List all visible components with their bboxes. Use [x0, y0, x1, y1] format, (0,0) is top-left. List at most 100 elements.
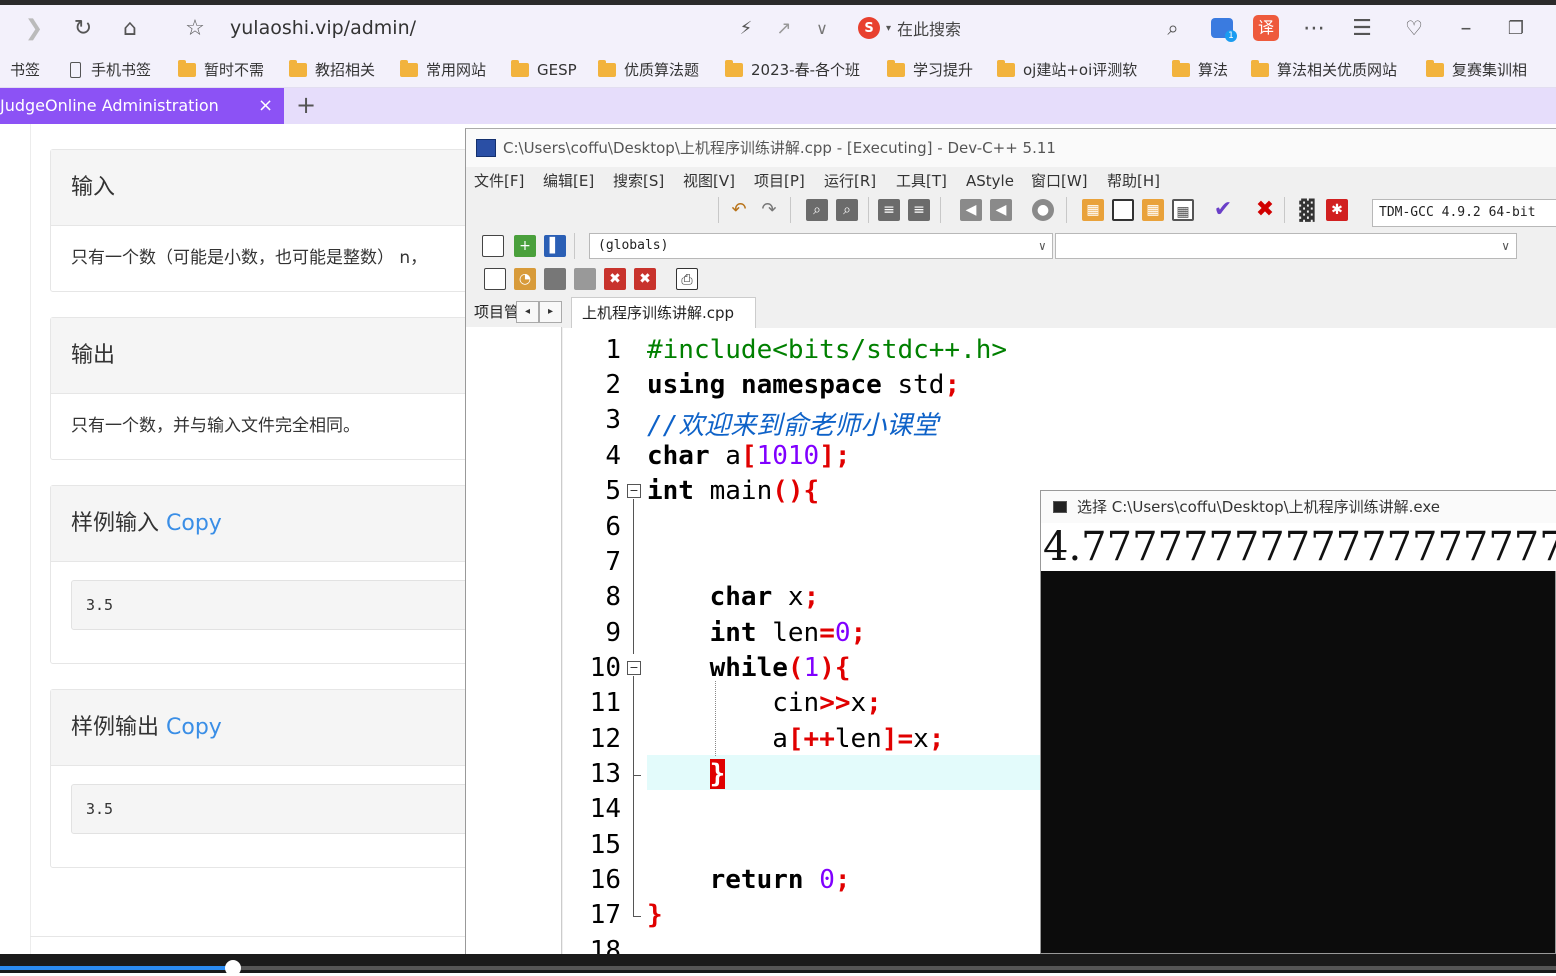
- debug-icon[interactable]: ✱: [1326, 199, 1348, 221]
- restore-icon[interactable]: ❐: [1502, 10, 1530, 46]
- forward-icon[interactable]: ❯: [22, 10, 46, 46]
- class-browser-select[interactable]: (globals) ∨: [589, 233, 1053, 259]
- menu-search[interactable]: 搜索[S]: [613, 167, 664, 195]
- menu-help[interactable]: 帮助[H]: [1107, 167, 1160, 195]
- tab-judgeonline[interactable]: JudgeOnline Administration ×: [0, 88, 284, 124]
- copy-output-button[interactable]: Copy: [166, 715, 222, 740]
- close-file-icon[interactable]: ✖: [604, 268, 626, 290]
- save-icon[interactable]: [544, 268, 566, 290]
- chevron-down-icon[interactable]: ∨: [810, 10, 834, 46]
- bookmark-folder[interactable]: 复赛集训相: [1426, 51, 1556, 88]
- compile-run-icon[interactable]: ▦: [1142, 199, 1164, 221]
- shirt-icon[interactable]: ♡: [1400, 10, 1428, 46]
- bookmark-folder[interactable]: 算法相关优质网站: [1251, 51, 1397, 88]
- menu-astyle[interactable]: AStyle: [966, 167, 1014, 195]
- menu-tools[interactable]: 工具[T]: [896, 167, 947, 195]
- unindent-icon[interactable]: ≡: [908, 199, 930, 221]
- folder-icon: [400, 59, 418, 77]
- video-progress-handle[interactable]: [225, 960, 242, 976]
- rebuild-icon[interactable]: ▦: [1172, 199, 1194, 221]
- menu-window[interactable]: 窗口[W]: [1031, 167, 1088, 195]
- bookmark-folder[interactable]: 算法: [1172, 51, 1228, 88]
- redo-icon[interactable]: ↷: [758, 199, 780, 221]
- undo-icon[interactable]: ↶: [728, 199, 750, 221]
- line-gutter: 1 2 3 4 5 6 7 8 9 10 11 12 13 14 15 16 1…: [563, 328, 645, 966]
- toolbar-separator: [868, 197, 869, 223]
- video-progress-bar[interactable]: [0, 960, 1556, 976]
- more-icon[interactable]: ⋯: [1300, 10, 1328, 46]
- arrow-right-icon[interactable]: ▸: [539, 301, 562, 323]
- save-all-icon[interactable]: [574, 268, 596, 290]
- search-box[interactable]: S ▾ 在此搜索: [858, 15, 961, 41]
- member-select[interactable]: ∨: [1055, 233, 1517, 259]
- replace-icon[interactable]: ⌕: [836, 199, 858, 221]
- bookmark-label: oj建站+oi评测软: [1023, 61, 1138, 79]
- browser-toolbar: ❯ ↻ ⌂ ☆ yulaoshi.vip/admin/ ⚡ ↗ ∨ S ▾ 在此…: [0, 5, 1556, 51]
- print-icon[interactable]: ⎙: [676, 268, 698, 290]
- bookmark-folder[interactable]: oj建站+oi评测软: [997, 51, 1137, 88]
- reload-icon[interactable]: ↻: [68, 10, 98, 46]
- check-icon[interactable]: ✔: [1212, 199, 1234, 221]
- bookmark-folder[interactable]: 学习提升: [887, 51, 973, 88]
- fold-toggle-icon[interactable]: −: [627, 484, 641, 498]
- stop-icon[interactable]: ✖: [1254, 199, 1276, 221]
- compile-icon[interactable]: ▦: [1082, 199, 1104, 221]
- menu-icon[interactable]: ☰: [1348, 10, 1376, 46]
- globals-label: (globals): [598, 238, 669, 253]
- goto-icon[interactable]: ●: [1032, 199, 1054, 221]
- minimize-icon[interactable]: –: [1452, 10, 1480, 46]
- new-tab-button[interactable]: +: [296, 88, 316, 122]
- address-bar[interactable]: yulaoshi.vip/admin/: [230, 10, 416, 46]
- bookmark-folder[interactable]: 2023-春-各个班: [725, 51, 860, 88]
- close-icon[interactable]: ×: [258, 88, 273, 124]
- arrow-left-icon[interactable]: ◂: [516, 301, 539, 323]
- open-icon[interactable]: ◔: [514, 268, 536, 290]
- console-window[interactable]: 选择 C:\Users\coffu\Desktop\上机程序训练讲解.exe 4…: [1040, 490, 1556, 954]
- bookmark-folder[interactable]: 优质算法题: [598, 51, 699, 88]
- bookmark-folder[interactable]: 暂时不需: [178, 51, 264, 88]
- bookmark-prev-icon[interactable]: ◀: [960, 199, 982, 221]
- bookmark-folder[interactable]: GESP: [511, 51, 577, 88]
- new-icon[interactable]: [484, 268, 506, 290]
- input-heading: 输入: [51, 150, 479, 226]
- project-tab[interactable]: 项目管: [474, 301, 519, 322]
- code-line: int len=0;: [709, 618, 867, 648]
- folder-icon: [289, 59, 307, 77]
- new-file-icon[interactable]: [482, 235, 504, 257]
- menu-project[interactable]: 项目[P]: [754, 167, 805, 195]
- share-icon[interactable]: ↗: [772, 10, 796, 46]
- menu-edit[interactable]: 编辑[E]: [543, 167, 594, 195]
- menu-run[interactable]: 运行[R]: [824, 167, 876, 195]
- translate-icon[interactable]: 译: [1252, 10, 1280, 46]
- file-tab[interactable]: 上机程序训练讲解.cpp: [571, 297, 756, 328]
- home-icon[interactable]: ⌂: [114, 10, 146, 46]
- code-line: return 0;: [709, 865, 851, 895]
- chevron-down-icon: ∨: [1038, 239, 1046, 253]
- project-options-icon[interactable]: ▌: [544, 235, 566, 257]
- folder-icon: [1426, 59, 1444, 77]
- panel-scroll-arrows: ◂ ▸: [516, 301, 562, 323]
- bookmark-folder[interactable]: 教招相关: [289, 51, 375, 88]
- bookmark-next-icon[interactable]: ◀: [990, 199, 1012, 221]
- close-all-icon[interactable]: ✖: [634, 268, 656, 290]
- bookmark-label: 算法: [1198, 61, 1229, 79]
- bookmark-folder[interactable]: 常用网站: [400, 51, 486, 88]
- star-icon[interactable]: ☆: [180, 10, 210, 46]
- lightning-icon[interactable]: ⚡: [734, 10, 758, 46]
- chart-icon[interactable]: ▓: [1296, 199, 1318, 221]
- menu-file[interactable]: 文件[F]: [474, 167, 524, 195]
- bookmark-root[interactable]: 书签: [10, 51, 40, 88]
- menu-view[interactable]: 视图[V]: [683, 167, 735, 195]
- extension-icon[interactable]: 1: [1208, 10, 1237, 46]
- indent-icon[interactable]: ≡: [878, 199, 900, 221]
- run-icon[interactable]: [1112, 199, 1134, 221]
- folder-icon: [887, 59, 905, 77]
- add-file-icon[interactable]: +: [514, 235, 536, 257]
- bookmark-mobile[interactable]: 手机书签: [70, 51, 151, 88]
- copy-input-button[interactable]: Copy: [166, 511, 222, 536]
- compiler-select[interactable]: TDM-GCC 4.9.2 64-bit: [1372, 199, 1556, 227]
- fold-toggle-icon[interactable]: −: [627, 661, 641, 675]
- search-icon[interactable]: ⌕: [1160, 10, 1186, 46]
- search-placeholder: 在此搜索: [897, 20, 962, 39]
- find-icon[interactable]: ⌕: [806, 199, 828, 221]
